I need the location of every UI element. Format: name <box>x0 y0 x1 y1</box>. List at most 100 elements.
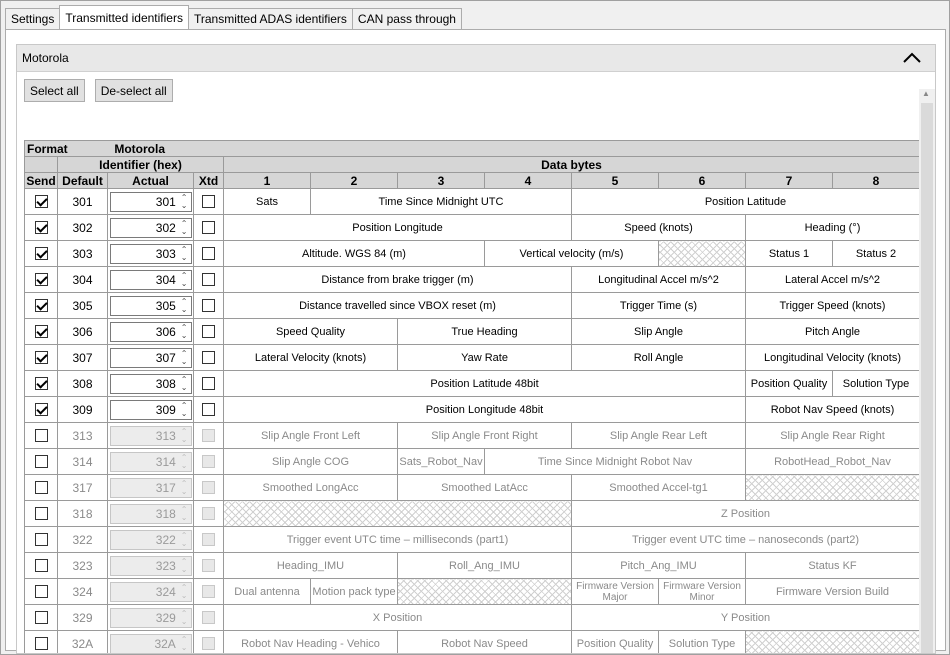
actual-id-spinner[interactable]: 304 ⌃ ⌄ <box>109 269 192 290</box>
xtd-checkbox[interactable] <box>202 429 215 442</box>
xtd-checkbox[interactable] <box>202 247 215 260</box>
send-checkbox[interactable] <box>34 585 48 598</box>
actual-id-spinner[interactable]: 309 ⌃ ⌄ <box>109 399 192 420</box>
xtd-checkbox[interactable] <box>202 481 215 494</box>
actual-id-spinner[interactable]: 323 ⌃ ⌄ <box>109 555 192 576</box>
send-checkbox[interactable] <box>34 637 48 650</box>
send-checkbox[interactable] <box>34 299 48 312</box>
spinner-arrows-icon[interactable]: ⌃ ⌄ <box>181 531 188 548</box>
tab-transmitted-identifiers[interactable]: Transmitted identifiers <box>59 5 189 29</box>
xtd-checkbox[interactable] <box>202 507 215 520</box>
xtd-checkbox[interactable] <box>202 377 215 390</box>
spinner-arrows-icon[interactable]: ⌃ ⌄ <box>181 557 188 574</box>
spinner-arrows-icon[interactable]: ⌃ ⌄ <box>181 375 188 392</box>
xtd-checkbox[interactable] <box>202 637 215 650</box>
send-checkbox[interactable] <box>34 429 48 442</box>
xtd-checkbox[interactable] <box>202 533 215 546</box>
xtd-checkbox[interactable] <box>202 195 215 208</box>
send-checkbox[interactable] <box>34 351 48 364</box>
send-checkbox[interactable] <box>34 273 48 286</box>
spinner-arrows-icon[interactable]: ⌃ ⌄ <box>181 245 188 262</box>
send-checkbox[interactable] <box>34 403 48 416</box>
spinner-arrows-icon[interactable]: ⌃ ⌄ <box>181 609 188 626</box>
send-checkbox[interactable] <box>34 221 48 234</box>
send-checkbox[interactable] <box>34 455 48 468</box>
spinner-arrows-icon[interactable]: ⌃ ⌄ <box>181 583 188 600</box>
actual-id-spinner[interactable]: 318 ⌃ ⌄ <box>109 503 192 524</box>
actual-id-spinner[interactable]: 302 ⌃ ⌄ <box>109 217 192 238</box>
spinner-arrows-icon[interactable]: ⌃ ⌄ <box>181 401 188 418</box>
send-cell <box>24 552 58 579</box>
xtd-checkbox[interactable] <box>202 403 215 416</box>
tab-settings[interactable]: Settings <box>5 8 61 29</box>
spinner-arrows-icon[interactable]: ⌃ ⌄ <box>181 635 188 652</box>
actual-id-value: 329 <box>155 610 176 625</box>
actual-id-value: 306 <box>155 324 176 339</box>
actual-cell: 324 ⌃ ⌄ <box>107 578 194 605</box>
spinner-arrows-icon[interactable]: ⌃ ⌄ <box>181 427 188 444</box>
xtd-checkbox[interactable] <box>202 299 215 312</box>
data-field: Slip Angle Rear Right <box>745 422 920 449</box>
data-field: Roll Angle <box>571 344 746 371</box>
spinner-arrows-icon[interactable]: ⌃ ⌄ <box>181 297 188 314</box>
tab-transmitted-adas-identifiers[interactable]: Transmitted ADAS identifiers <box>187 8 353 29</box>
spinner-arrows-icon[interactable]: ⌃ ⌄ <box>181 479 188 496</box>
send-checkbox[interactable] <box>34 325 48 338</box>
actual-id-spinner[interactable]: 317 ⌃ ⌄ <box>109 477 192 498</box>
xtd-checkbox[interactable] <box>202 221 215 234</box>
actual-id-spinner[interactable]: 314 ⌃ ⌄ <box>109 451 192 472</box>
actual-id-spinner[interactable]: 303 ⌃ ⌄ <box>109 243 192 264</box>
xtd-checkbox[interactable] <box>202 325 215 338</box>
byte-column-header: 7 <box>745 172 833 189</box>
actual-id-spinner[interactable]: 322 ⌃ ⌄ <box>109 529 192 550</box>
identifier-row: 32A 32A ⌃ ⌄ Robot Nav Heading - Vehico Robot … <box>24 630 920 653</box>
xtd-checkbox[interactable] <box>202 455 215 468</box>
default-id: 307 <box>57 344 108 371</box>
actual-id-spinner[interactable]: 308 ⌃ ⌄ <box>109 373 192 394</box>
send-checkbox[interactable] <box>34 377 48 390</box>
send-checkbox[interactable] <box>34 247 48 260</box>
xtd-cell <box>193 552 224 579</box>
xtd-checkbox[interactable] <box>202 559 215 572</box>
spinner-arrows-icon[interactable]: ⌃ ⌄ <box>181 323 188 340</box>
actual-id-spinner[interactable]: 324 ⌃ ⌄ <box>109 581 192 602</box>
actual-id-spinner[interactable]: 329 ⌃ ⌄ <box>109 607 192 628</box>
spinner-arrows-icon[interactable]: ⌃ ⌄ <box>181 505 188 522</box>
scrollbar-thumb[interactable] <box>921 103 933 653</box>
send-checkbox[interactable] <box>34 195 48 208</box>
select-all-button[interactable]: Select all <box>24 79 85 102</box>
data-field: Trigger Time (s) <box>571 292 746 319</box>
tab-pane: Motorola Select all De-select all Format… <box>5 29 946 654</box>
spinner-arrows-icon[interactable]: ⌃ ⌄ <box>181 453 188 470</box>
xtd-checkbox[interactable] <box>202 273 215 286</box>
send-checkbox[interactable] <box>34 507 48 520</box>
actual-id-spinner[interactable]: 32A ⌃ ⌄ <box>109 633 192 653</box>
vertical-scrollbar[interactable]: ▲ ▼ <box>919 89 935 653</box>
byte-column-header: 6 <box>658 172 746 189</box>
actual-id-spinner[interactable]: 301 ⌃ ⌄ <box>109 191 192 212</box>
identifier-row: 317 317 ⌃ ⌄ Smoothed LongAcc Smoothed LatAcc S… <box>24 474 920 501</box>
spinner-arrows-icon[interactable]: ⌃ ⌄ <box>181 193 188 210</box>
actual-id-spinner[interactable]: 307 ⌃ ⌄ <box>109 347 192 368</box>
group-header[interactable]: Motorola <box>17 45 935 72</box>
scroll-up-icon[interactable]: ▲ <box>922 89 930 98</box>
send-checkbox[interactable] <box>34 481 48 494</box>
tab-can-pass-through[interactable]: CAN pass through <box>351 8 462 29</box>
data-field: Smoothed LatAcc <box>397 474 572 501</box>
spinner-arrows-icon[interactable]: ⌃ ⌄ <box>181 271 188 288</box>
chevron-up-icon[interactable] <box>901 49 923 67</box>
send-checkbox[interactable] <box>34 611 48 624</box>
actual-id-spinner[interactable]: 313 ⌃ ⌄ <box>109 425 192 446</box>
data-field: Firmware Version Build <box>745 578 920 605</box>
send-checkbox[interactable] <box>34 559 48 572</box>
deselect-all-button[interactable]: De-select all <box>94 79 173 102</box>
send-checkbox[interactable] <box>34 533 48 546</box>
send-cell <box>24 344 58 371</box>
xtd-checkbox[interactable] <box>202 611 215 624</box>
actual-id-spinner[interactable]: 305 ⌃ ⌄ <box>109 295 192 316</box>
spinner-arrows-icon[interactable]: ⌃ ⌄ <box>181 349 188 366</box>
xtd-checkbox[interactable] <box>202 585 215 598</box>
xtd-checkbox[interactable] <box>202 351 215 364</box>
spinner-arrows-icon[interactable]: ⌃ ⌄ <box>181 219 188 236</box>
actual-id-spinner[interactable]: 306 ⌃ ⌄ <box>109 321 192 342</box>
